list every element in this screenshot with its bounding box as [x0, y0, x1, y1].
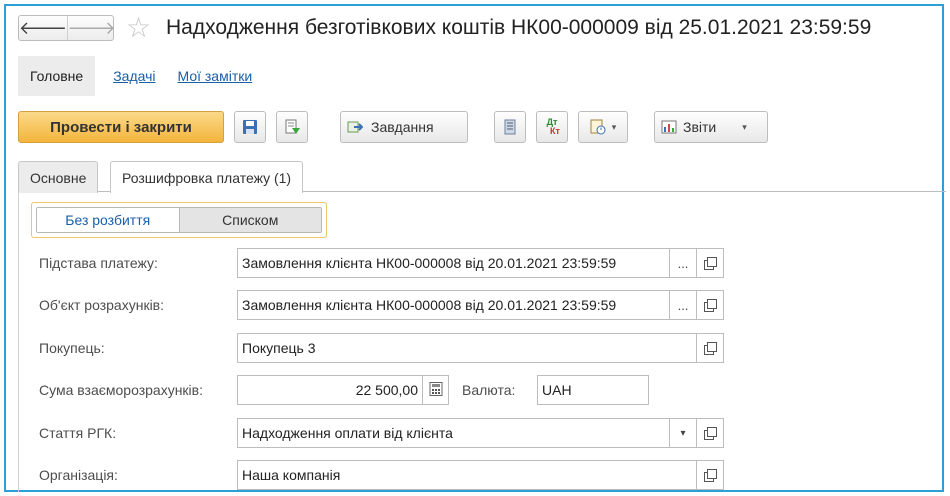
favorite-star-icon[interactable]: ☆	[126, 14, 151, 42]
basis-label: Підстава платежу:	[39, 255, 158, 271]
title-bar: 🡐 🡒 ☆ Надходження безготівкових коштів Н…	[18, 12, 938, 46]
article-row: Стаття РГК: Надходження оплати від клієн…	[39, 418, 939, 448]
calculator-button[interactable]	[422, 375, 449, 405]
document-window: 🡐 🡒 ☆ Надходження безготівкових коштів Н…	[4, 4, 946, 492]
tab-content: Без розбиття Списком Підстава платежу: З…	[18, 192, 946, 492]
basis-field[interactable]: Замовлення клієнта НК00-000008 від 20.01…	[237, 248, 670, 278]
currency-field[interactable]: UAH	[537, 375, 649, 405]
amount-field[interactable]: 22 500,00	[237, 375, 423, 405]
org-row: Організація: Наша компанія	[39, 460, 939, 490]
mode-options: Без розбиття Списком	[36, 207, 322, 233]
section-tasks-link[interactable]: Задачі	[109, 68, 159, 84]
object-row: Об'єкт розрахунків: Замовлення клієнта Н…	[39, 290, 939, 320]
tab-main[interactable]: Основне	[18, 161, 99, 193]
post-and-close-button[interactable]: Провести і закрити	[18, 111, 224, 143]
amount-label: Сума взаєморозрахунків:	[39, 382, 203, 398]
page-title: Надходження безготівкових коштів НК00-00…	[166, 16, 872, 39]
open-icon	[704, 342, 717, 355]
list-button[interactable]	[494, 111, 526, 143]
create-task-label: Завдання	[371, 119, 434, 135]
post-document-icon	[284, 119, 300, 135]
page-tabs: Основне Розшифровка платежу (1)	[18, 159, 946, 193]
floppy-disk-icon	[242, 119, 258, 135]
basis-select-button[interactable]: ...	[669, 248, 697, 278]
object-open-button[interactable]	[696, 290, 724, 320]
article-dropdown-button[interactable]: ▾	[669, 418, 697, 448]
object-label: Об'єкт розрахунків:	[39, 297, 165, 313]
forward-button[interactable]: 🡒	[67, 16, 116, 40]
arrow-right-icon: 🡒	[67, 17, 116, 38]
calculator-icon	[429, 381, 443, 399]
section-panel: Головне Задачі Мої замітки	[18, 56, 256, 96]
org-open-button[interactable]	[696, 460, 724, 490]
open-icon	[704, 257, 717, 270]
document-clock-icon	[590, 119, 606, 135]
basis-row: Підстава платежу: Замовлення клієнта НК0…	[39, 248, 939, 278]
currency-label: Валюта:	[462, 382, 516, 398]
article-label: Стаття РГК:	[39, 425, 117, 441]
breakdown-mode-switch: Без розбиття Списком	[31, 202, 327, 238]
post-button[interactable]	[276, 111, 308, 143]
arrow-left-icon: 🡐	[18, 17, 68, 38]
section-main[interactable]: Головне	[18, 56, 96, 96]
debit-credit-button[interactable]: Дт Кт	[536, 111, 568, 143]
chevron-down-icon: ▾	[680, 427, 686, 439]
reports-label: Звіти	[683, 119, 717, 135]
open-icon	[704, 469, 717, 482]
mode-no-split[interactable]: Без розбиття	[37, 208, 179, 232]
create-task-button[interactable]: Завдання	[340, 111, 468, 143]
buyer-open-button[interactable]	[696, 333, 724, 363]
buyer-row: Покупець: Покупець 3	[39, 333, 939, 363]
kt-label: Кт	[550, 126, 560, 136]
generate-based-on-button[interactable]: ▾	[578, 111, 628, 143]
open-icon	[704, 427, 717, 440]
amount-row: Сума взаєморозрахунків: 22 500,00 Валюта…	[39, 375, 939, 405]
org-field[interactable]: Наша компанія	[237, 460, 697, 490]
command-toolbar: Провести і закрити Завдання Дт Кт ▾ Звіт…	[18, 111, 938, 143]
task-icon	[347, 119, 364, 135]
tab-payment-breakdown[interactable]: Розшифровка платежу (1)	[110, 161, 304, 193]
article-open-button[interactable]	[696, 418, 724, 448]
object-field[interactable]: Замовлення клієнта НК00-000008 від 20.01…	[237, 290, 670, 320]
back-button[interactable]: 🡐	[19, 16, 67, 40]
open-icon	[704, 299, 717, 312]
save-button[interactable]	[234, 111, 266, 143]
reports-button[interactable]: Звіти ▾	[654, 111, 768, 143]
buyer-label: Покупець:	[39, 340, 105, 356]
buyer-field[interactable]: Покупець 3	[237, 333, 697, 363]
chevron-down-icon: ▾	[742, 121, 747, 132]
basis-open-button[interactable]	[696, 248, 724, 278]
section-notes-link[interactable]: Мої замітки	[174, 68, 257, 84]
article-field[interactable]: Надходження оплати від клієнта	[237, 418, 670, 448]
navigation-group: 🡐 🡒	[18, 15, 116, 41]
org-label: Організація:	[39, 467, 118, 483]
reports-icon	[661, 119, 677, 135]
list-icon	[502, 119, 518, 135]
object-select-button[interactable]: ...	[669, 290, 697, 320]
chevron-down-icon: ▾	[611, 121, 617, 132]
mode-list[interactable]: Списком	[178, 208, 321, 232]
